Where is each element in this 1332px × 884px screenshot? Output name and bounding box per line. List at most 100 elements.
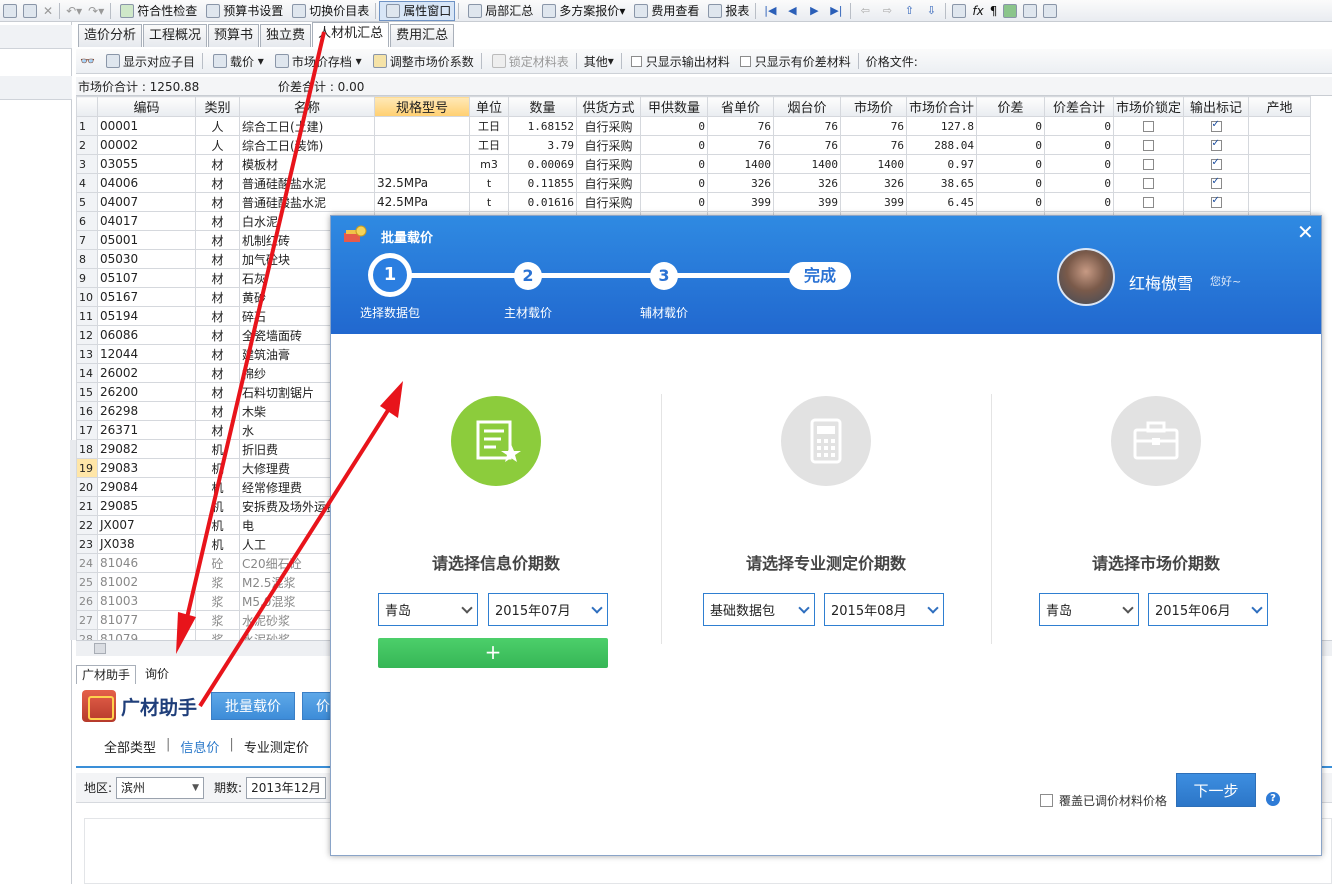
table-cell[interactable]: 综合工日(装饰) <box>239 135 375 155</box>
table-cell[interactable] <box>1113 173 1185 193</box>
table-cell[interactable]: 04007 <box>97 192 196 212</box>
notes-icon[interactable] <box>1043 3 1058 18</box>
table-cell[interactable] <box>1113 154 1185 174</box>
paragraph-icon[interactable]: ¶ <box>987 1 1001 21</box>
cube-icon[interactable] <box>1003 3 1018 18</box>
table-cell[interactable] <box>374 154 470 174</box>
table-row[interactable]: 3 03055 材模板材 m3 0.00069 自行采购 0 1400 1400 1400 0.97… <box>76 154 1312 174</box>
row-number[interactable]: 26 <box>76 591 98 611</box>
table-cell[interactable]: 0 <box>976 192 1046 212</box>
table-cell[interactable]: 浆 <box>195 591 240 611</box>
table-cell[interactable] <box>1248 116 1312 136</box>
row-number[interactable]: 1 <box>76 116 98 136</box>
table-cell[interactable]: 0 <box>1044 116 1115 136</box>
market-lock-checkbox[interactable] <box>1143 178 1155 189</box>
table-cell[interactable]: 26298 <box>97 401 196 421</box>
table-cell[interactable]: 04017 <box>97 211 196 231</box>
table-cell[interactable] <box>1248 135 1312 155</box>
table-cell[interactable]: 42.5MPa <box>374 192 470 212</box>
table-cell[interactable]: 76 <box>773 135 841 155</box>
table-cell[interactable]: 0 <box>976 173 1046 193</box>
table-cell[interactable]: 材 <box>195 268 240 288</box>
table-cell[interactable] <box>1248 154 1312 174</box>
add-button[interactable]: + <box>378 638 608 668</box>
only-output-checkbox[interactable]: 只显示输出材料 <box>625 53 734 70</box>
switch-pricelist-button[interactable]: 切换价目表 <box>286 1 372 21</box>
table-row[interactable]: 2 00002 人综合工日(装饰) 工日 3.79 自行采购 0 76 76 76 288.04 0 0 <box>76 135 1312 155</box>
table-cell[interactable]: 0 <box>976 154 1046 174</box>
table-cell[interactable]: 76 <box>773 116 841 136</box>
output-mark-checkbox[interactable] <box>1210 138 1222 151</box>
table-cell[interactable]: 6.45 <box>905 192 978 212</box>
column-header[interactable]: 市场价合计 <box>905 96 978 117</box>
table-cell[interactable]: 288.04 <box>905 135 978 155</box>
table-cell[interactable]: 0.00069 <box>508 154 577 174</box>
professional-package-select[interactable]: 基础数据包 <box>703 593 815 626</box>
table-cell[interactable]: JX007 <box>97 515 196 535</box>
row-number[interactable]: 3 <box>76 154 98 174</box>
column-header[interactable]: 供货方式 <box>576 96 641 117</box>
table-cell[interactable]: 1400 <box>840 154 907 174</box>
tab-cost-analysis[interactable]: 造价分析 <box>78 24 143 47</box>
cost-view-button[interactable]: 费用查看 <box>628 1 702 21</box>
row-number[interactable]: 14 <box>76 363 98 383</box>
table-cell[interactable]: 76 <box>707 135 774 155</box>
period-select[interactable]: 2013年12月 <box>246 776 327 799</box>
output-mark-checkbox[interactable] <box>1210 176 1222 189</box>
table-cell[interactable]: 机 <box>195 515 240 535</box>
next-step-button[interactable]: 下一步 <box>1176 773 1256 807</box>
info-region-select[interactable]: 青岛 <box>378 593 478 626</box>
table-cell[interactable]: 1400 <box>707 154 774 174</box>
cover-adjusted-checkbox[interactable]: 覆盖已调价材料价格 <box>1038 792 1167 809</box>
professional-period-select[interactable]: 2015年08月 <box>824 593 944 626</box>
table-cell[interactable]: 0 <box>1044 173 1115 193</box>
row-number[interactable]: 18 <box>76 439 98 459</box>
close-icon[interactable]: ✕ <box>1297 222 1314 242</box>
table-cell[interactable]: 0.01616 <box>508 192 577 212</box>
table-cell[interactable]: 材 <box>195 382 240 402</box>
table-cell[interactable]: 00001 <box>97 116 196 136</box>
table-cell[interactable]: 材 <box>195 211 240 231</box>
partial-summary-button[interactable]: 局部汇总 <box>462 1 536 21</box>
row-number[interactable]: 16 <box>76 401 98 421</box>
column-header[interactable]: 市场价锁定 <box>1113 96 1185 117</box>
output-mark-checkbox[interactable] <box>1210 195 1222 208</box>
adjust-coeff-button[interactable]: 调整市场价系数 <box>366 53 478 70</box>
table-cell[interactable]: 0 <box>640 173 708 193</box>
redo-icon[interactable]: ↷▾ <box>85 1 107 21</box>
row-number[interactable]: 20 <box>76 477 98 497</box>
market-lock-checkbox[interactable] <box>1143 159 1155 170</box>
tab-inquiry[interactable]: 询价 <box>140 665 174 684</box>
undo-icon[interactable]: ↶▾ <box>63 1 85 21</box>
market-region-select[interactable]: 青岛 <box>1039 593 1139 626</box>
table-cell[interactable]: 03055 <box>97 154 196 174</box>
table-cell[interactable]: 05167 <box>97 287 196 307</box>
table-cell[interactable] <box>1183 135 1250 155</box>
market-lock-checkbox[interactable] <box>1143 121 1155 132</box>
row-number[interactable]: 13 <box>76 344 98 364</box>
table-cell[interactable]: 机 <box>195 458 240 478</box>
table-cell[interactable]: t <box>469 192 509 212</box>
table-cell[interactable]: 00002 <box>97 135 196 155</box>
table-cell[interactable]: 机 <box>195 477 240 497</box>
row-number[interactable]: 21 <box>76 496 98 516</box>
table-cell[interactable]: 81077 <box>97 610 196 630</box>
down-arrow-icon[interactable]: ⇩ <box>920 4 942 17</box>
row-number[interactable]: 5 <box>76 192 98 212</box>
row-number[interactable]: 9 <box>76 268 98 288</box>
table-cell[interactable]: 材 <box>195 401 240 421</box>
table-cell[interactable]: 38.65 <box>905 173 978 193</box>
column-header[interactable]: 类别 <box>195 96 240 117</box>
table-cell[interactable]: 0 <box>640 154 708 174</box>
table-cell[interactable]: 326 <box>773 173 841 193</box>
row-number[interactable]: 7 <box>76 230 98 250</box>
table-cell[interactable]: 自行采购 <box>576 135 641 155</box>
table-cell[interactable]: 自行采购 <box>576 154 641 174</box>
table-cell[interactable]: 自行采购 <box>576 173 641 193</box>
table-cell[interactable]: 0 <box>976 135 1046 155</box>
table-cell[interactable] <box>1113 135 1185 155</box>
column-header[interactable]: 编码 <box>97 96 196 117</box>
batch-load-button[interactable]: 批量载价 <box>211 692 296 720</box>
tab-independent-fee[interactable]: 独立费 <box>260 24 312 47</box>
help-icon[interactable]: ? <box>1266 792 1280 806</box>
